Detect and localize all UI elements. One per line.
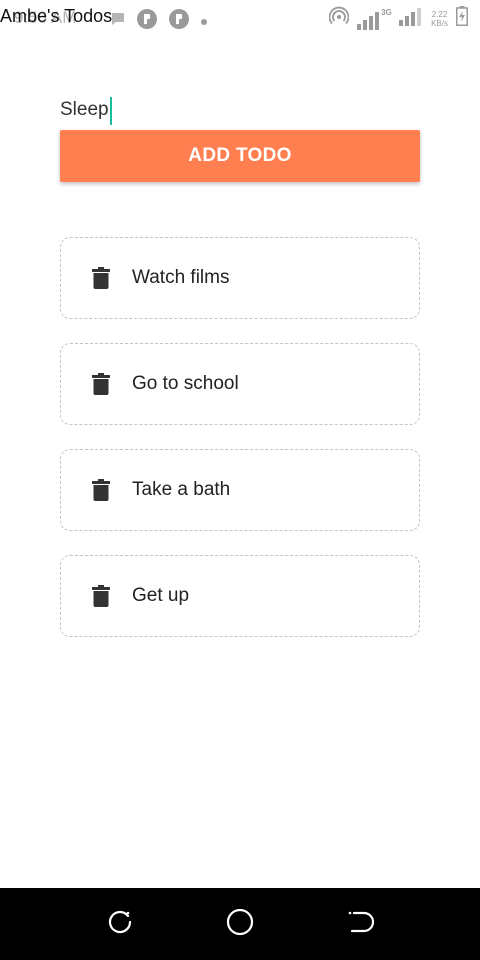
navigation-bar — [0, 888, 480, 960]
todo-input-value: Sleep — [60, 99, 109, 120]
trash-icon[interactable] — [91, 266, 111, 290]
todo-item[interactable]: Take a bath — [60, 449, 420, 531]
todo-text: Get up — [132, 585, 190, 606]
back-icon — [346, 908, 375, 941]
trash-icon[interactable] — [91, 478, 111, 502]
app-notification-icon — [168, 8, 190, 35]
trash-icon[interactable] — [91, 372, 111, 396]
text-caret — [109, 96, 112, 125]
home-icon — [225, 907, 255, 942]
network-speed: 2.22 KB/s — [431, 10, 448, 28]
app-notification-icon — [136, 8, 158, 35]
signal-3g-icon: 3G — [357, 7, 392, 30]
back-button[interactable] — [344, 908, 376, 940]
net-speed-unit: KB/s — [431, 18, 448, 28]
app-title: Ambe's Todos — [0, 6, 113, 26]
signal-icon — [399, 6, 423, 31]
system-icons: 3G 2.22 KB/s — [328, 6, 468, 31]
home-button[interactable] — [224, 908, 256, 940]
todo-text: Go to school — [132, 373, 239, 394]
todo-text: Take a bath — [132, 479, 231, 500]
recent-apps-icon — [106, 908, 134, 941]
todo-item[interactable]: Watch films — [60, 237, 420, 319]
add-todo-button[interactable]: ADD TODO — [60, 130, 420, 182]
notification-icons — [110, 8, 208, 35]
net-speed-value: 2.22 — [431, 9, 448, 19]
hotspot-icon — [328, 6, 350, 31]
status-bar: 9:56 AM Ambe's Todos 3G 2.22 KB/s — [0, 0, 480, 36]
todo-item[interactable]: Go to school — [60, 343, 420, 425]
todo-list: Watch films Go to school Take a bath Get… — [60, 237, 420, 661]
network-type-label: 3G — [381, 7, 392, 17]
todo-input[interactable]: Sleep — [60, 94, 420, 126]
recent-apps-button[interactable] — [104, 908, 136, 940]
app-screen: 9:56 AM Ambe's Todos 3G 2.22 KB/s Sleep … — [0, 0, 480, 960]
trash-icon[interactable] — [91, 584, 111, 608]
message-icon — [110, 11, 126, 32]
more-notifications-dot-icon — [200, 13, 208, 31]
todo-item[interactable]: Get up — [60, 555, 420, 637]
battery-charging-icon — [456, 6, 468, 31]
todo-text: Watch films — [132, 267, 230, 288]
